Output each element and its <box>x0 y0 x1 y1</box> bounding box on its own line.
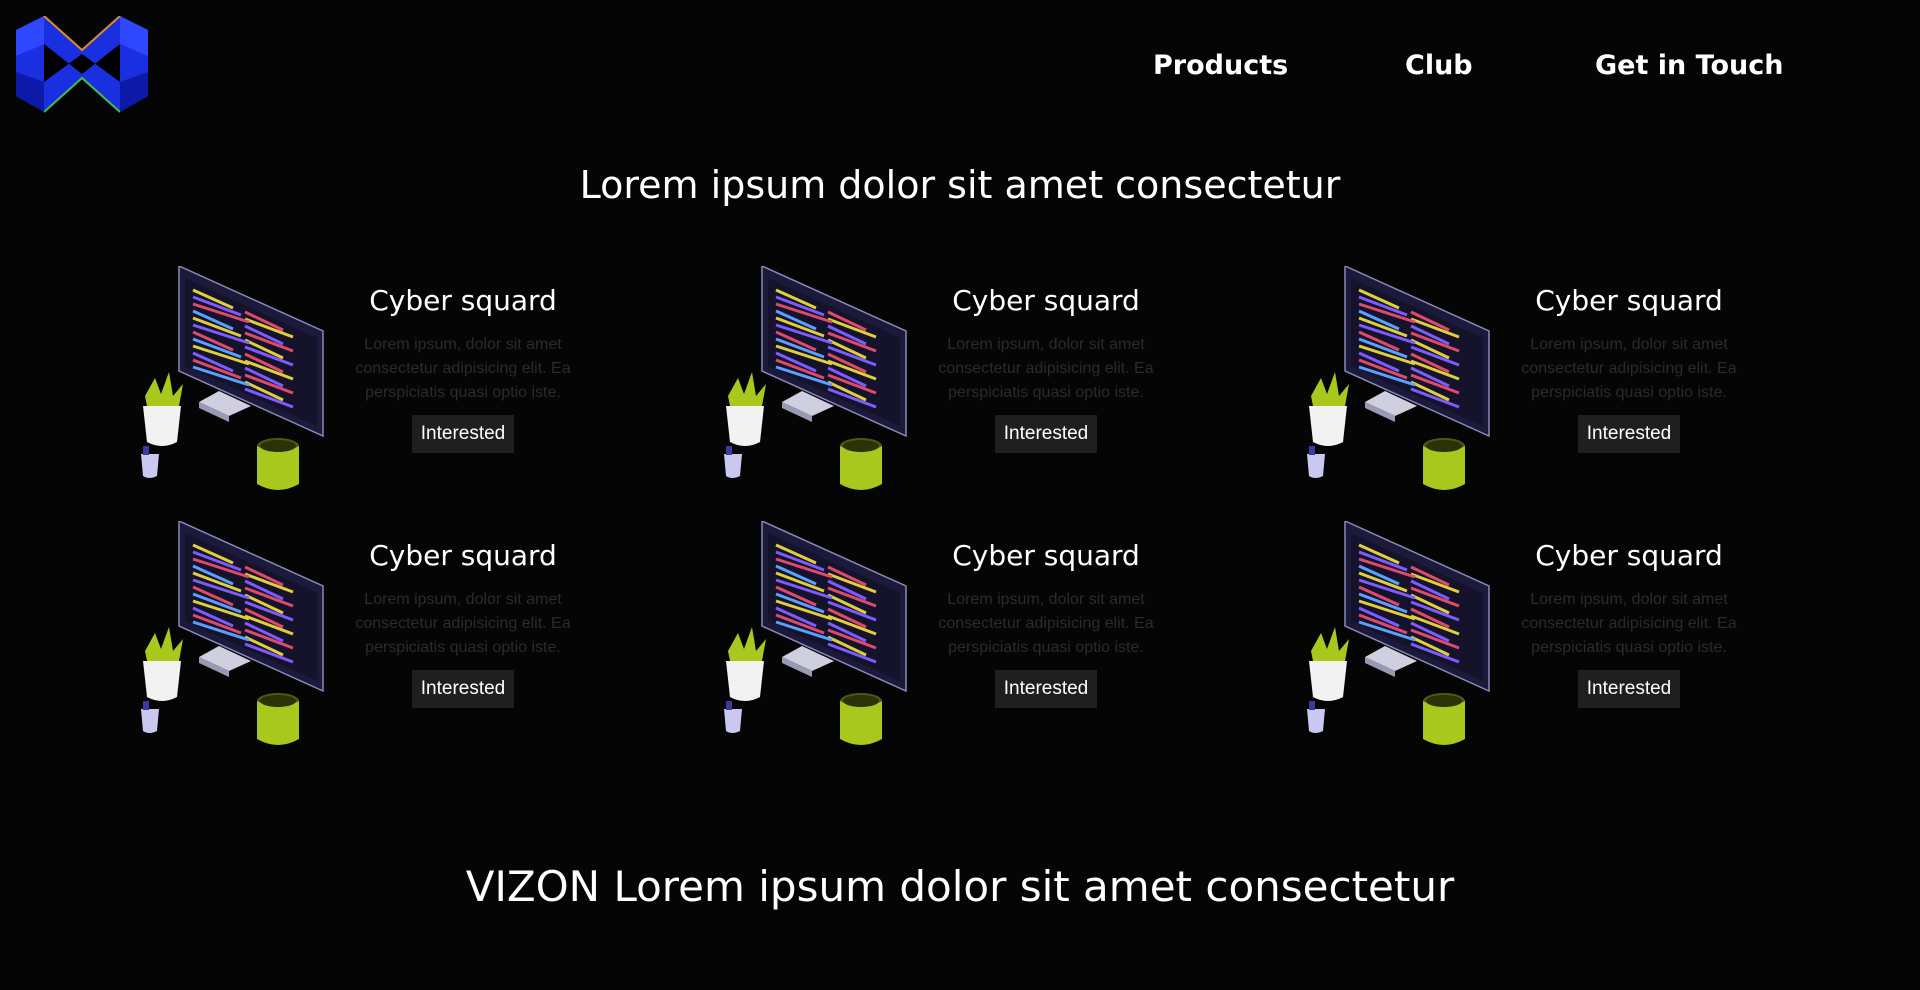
card-title: Cyber squard <box>952 284 1140 317</box>
developer-desk-illustration-icon <box>1299 519 1499 751</box>
card-title: Cyber squard <box>1535 539 1723 572</box>
product-card: Cyber squard Lorem ipsum, dolor sit amet… <box>716 264 1196 496</box>
card-title: Cyber squard <box>369 284 557 317</box>
card-description: Lorem ipsum, dolor sit amet consectetur … <box>355 336 571 401</box>
product-card: Cyber squard Lorem ipsum, dolor sit amet… <box>133 264 613 496</box>
interested-button[interactable]: Interested <box>994 415 1098 453</box>
card-grid: Cyber squard Lorem ipsum, dolor sit amet… <box>0 0 1920 990</box>
interested-button[interactable]: Interested <box>1577 670 1681 708</box>
card-description: Lorem ipsum, dolor sit amet consectetur … <box>1521 336 1737 401</box>
card-description: Lorem ipsum, dolor sit amet consectetur … <box>1521 591 1737 656</box>
card-title: Cyber squard <box>1535 284 1723 317</box>
product-card: Cyber squard Lorem ipsum, dolor sit amet… <box>133 519 613 751</box>
developer-desk-illustration-icon <box>133 264 333 496</box>
card-description: Lorem ipsum, dolor sit amet consectetur … <box>938 336 1154 401</box>
card-description: Lorem ipsum, dolor sit amet consectetur … <box>355 591 571 656</box>
developer-desk-illustration-icon <box>1299 264 1499 496</box>
product-card: Cyber squard Lorem ipsum, dolor sit amet… <box>716 519 1196 751</box>
interested-button[interactable]: Interested <box>994 670 1098 708</box>
developer-desk-illustration-icon <box>716 264 916 496</box>
card-description: Lorem ipsum, dolor sit amet consectetur … <box>938 591 1154 656</box>
product-card: Cyber squard Lorem ipsum, dolor sit amet… <box>1299 519 1779 751</box>
footer-title: VIZON Lorem ipsum dolor sit amet consect… <box>465 862 1455 911</box>
interested-button[interactable]: Interested <box>411 670 515 708</box>
product-card: Cyber squard Lorem ipsum, dolor sit amet… <box>1299 264 1779 496</box>
developer-desk-illustration-icon <box>716 519 916 751</box>
interested-button[interactable]: Interested <box>1577 415 1681 453</box>
card-title: Cyber squard <box>952 539 1140 572</box>
developer-desk-illustration-icon <box>133 519 333 751</box>
card-title: Cyber squard <box>369 539 557 572</box>
interested-button[interactable]: Interested <box>411 415 515 453</box>
